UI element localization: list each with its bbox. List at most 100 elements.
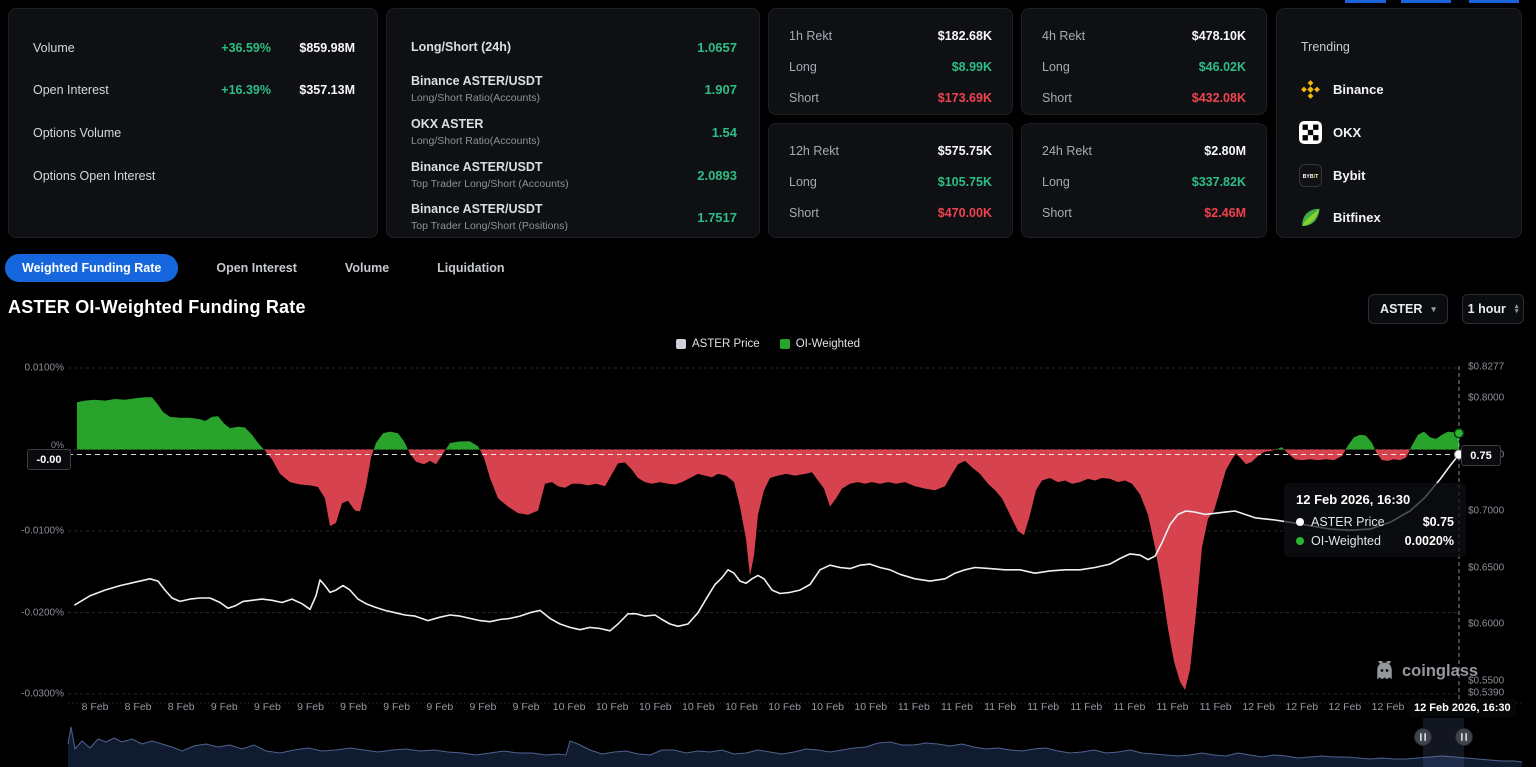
watermark-text: coinglass	[1402, 662, 1478, 681]
rekt-period-label: 1h Rekt	[789, 29, 938, 43]
trending-title: Trending	[1301, 40, 1350, 54]
x-axis-tick: 11 Feb	[1200, 701, 1232, 713]
trending-item-bitfinex[interactable]: Bitfinex	[1299, 205, 1381, 229]
rekt-short-label: Short	[789, 206, 938, 220]
x-axis-tick: 11 Feb	[984, 701, 1016, 713]
symbol-select[interactable]: ASTER ▾	[1368, 294, 1448, 324]
tooltip-series-value: $0.75	[1423, 515, 1454, 529]
tooltip-row: OI-Weighted0.0020%	[1296, 534, 1454, 548]
rekt-short-value: $173.69K	[938, 91, 992, 105]
trending-item-label: Bitfinex	[1333, 210, 1381, 225]
ratio-labels: Binance ASTER/USDT Top Trader Long/Short …	[411, 160, 569, 190]
navigator-area[interactable]	[68, 727, 1522, 767]
ratio-title: Binance ASTER/USDT	[411, 202, 568, 217]
rekt-long-value: $46.02K	[1199, 60, 1246, 74]
rekt-short-label: Short	[789, 91, 938, 105]
x-axis-tick: 10 Feb	[811, 701, 844, 713]
rekt-short-value: $470.00K	[938, 206, 992, 220]
x-axis-tick: 10 Feb	[682, 701, 715, 713]
ratio-row: Binance ASTER/USDT Long/Short Ratio(Accou…	[411, 68, 737, 110]
rekt-short-value: $2.46M	[1204, 206, 1246, 220]
ratio-subtitle: Top Trader Long/Short (Accounts)	[411, 178, 569, 190]
navigator-handle[interactable]	[1415, 729, 1432, 746]
rekt-card: 12h Rekt$575.75KLong$105.75KShort$470.00…	[768, 123, 1013, 238]
stat-label: Volume	[33, 41, 191, 55]
binance-icon	[1299, 78, 1322, 101]
legend-item-oi-weighted[interactable]: OI-Weighted	[780, 338, 860, 350]
navigator-handle[interactable]	[1456, 729, 1473, 746]
tooltip-series-label: ASTER Price	[1311, 515, 1385, 529]
x-axis-tick: 10 Feb	[639, 701, 672, 713]
legend-label: ASTER Price	[692, 338, 760, 350]
ratio-subtitle: Long/Short Ratio(Accounts)	[411, 92, 543, 104]
ratio-title: Binance ASTER/USDT	[411, 160, 569, 175]
rekt-total-value: $2.80M	[1204, 144, 1246, 158]
x-axis-tick: 11 Feb	[1070, 701, 1102, 713]
top-blue-button-fragment[interactable]	[1469, 0, 1519, 3]
rekt-total-value: $182.68K	[938, 29, 992, 43]
okx-icon	[1299, 121, 1322, 144]
rekt-period-label: 4h Rekt	[1042, 29, 1192, 43]
top-blue-button-fragment[interactable]	[1345, 0, 1386, 3]
x-axis-tick: 12 Feb	[1329, 701, 1362, 713]
legend-swatch	[676, 339, 686, 349]
right-axis-tick: $0.8000	[1468, 393, 1504, 404]
rekt-long-label: Long	[1042, 60, 1199, 74]
page-title: ASTER OI-Weighted Funding Rate	[8, 297, 306, 318]
ratio-value: 1.0657	[697, 40, 737, 55]
rekt-short-label: Short	[1042, 206, 1204, 220]
legend-item-aster-price[interactable]: ASTER Price	[676, 338, 760, 350]
chart-legend: ASTER Price OI-Weighted	[0, 338, 1536, 350]
top-blue-button-fragment[interactable]	[1401, 0, 1451, 3]
x-axis-tick: 12 Feb	[1242, 701, 1275, 713]
stat-label: Options Volume	[33, 126, 191, 140]
tooltip-date: 12 Feb 2026, 16:30	[1296, 492, 1454, 507]
navigator-line	[68, 727, 1522, 762]
ratio-labels: Binance ASTER/USDTTop Trader Long/Short …	[411, 202, 568, 232]
left-axis-tick: 0.0100%	[0, 363, 64, 374]
tab-open-interest[interactable]: Open Interest	[206, 254, 307, 282]
symbol-select-value: ASTER	[1380, 302, 1422, 316]
rekt-card: 1h Rekt$182.68KLong$8.99KShort$173.69K	[768, 8, 1013, 115]
stat-row: Open Interest+16.39%$357.13M	[33, 82, 355, 98]
trending-card: Trending Binance OKX BYBITBybit Bitfinex	[1276, 8, 1522, 238]
rekt-long-label: Long	[789, 175, 938, 189]
navigator-selection[interactable]	[1423, 718, 1464, 767]
rekt-card: 4h Rekt$478.10K Long$46.02K Short$432.08K	[1021, 8, 1267, 115]
ratio-row: Binance ASTER/USDTTop Trader Long/Short …	[411, 196, 737, 238]
tab-volume[interactable]: Volume	[335, 254, 399, 282]
x-axis-tick: 9 Feb	[426, 701, 453, 713]
rekt-short-row: Short$432.08K	[1042, 90, 1246, 106]
ratio-value: 1.907	[704, 82, 737, 97]
x-axis-tick: 11 Feb	[1157, 701, 1189, 713]
x-axis-tick: 8 Feb	[168, 701, 195, 713]
ratio-title: Binance ASTER/USDT	[411, 74, 543, 89]
tab-liquidation[interactable]: Liquidation	[427, 254, 514, 282]
ratio-value: 2.0893	[697, 168, 737, 183]
crosshair-right-label: 0.75	[1461, 445, 1501, 466]
trending-item-label: Bybit	[1333, 168, 1366, 183]
stat-change-value: +36.59%	[191, 41, 271, 55]
x-axis-tick: 9 Feb	[340, 701, 367, 713]
left-axis-tick: -0.0200%	[0, 607, 64, 618]
trending-item-okx[interactable]: OKX	[1299, 120, 1361, 144]
right-axis-tick: $0.7000	[1468, 506, 1504, 517]
rekt-header-row: 1h Rekt$182.68K	[789, 28, 992, 44]
price-line	[75, 455, 1459, 631]
tab-weighted-funding-rate[interactable]: Weighted Funding Rate	[5, 254, 178, 282]
rekt-header-row: 4h Rekt$478.10K	[1042, 28, 1246, 44]
interval-select[interactable]: 1 hour ▴▾	[1462, 294, 1524, 324]
x-axis-tick: 12 Feb	[1285, 701, 1318, 713]
x-axis-tick: 10 Feb	[768, 701, 801, 713]
rekt-short-row: Short$2.46M	[1042, 205, 1246, 221]
rekt-long-row: Long$105.75K	[789, 174, 992, 190]
stat-row: Options Open Interest	[33, 168, 355, 184]
trending-item-binance[interactable]: Binance	[1299, 77, 1384, 101]
x-axis-tick: 9 Feb	[211, 701, 238, 713]
trending-item-bybit[interactable]: BYBITBybit	[1299, 163, 1366, 187]
x-axis-tick: 9 Feb	[254, 701, 281, 713]
ratio-labels: OKX ASTERLong/Short Ratio(Accounts)	[411, 117, 540, 147]
chevron-down-icon: ▾	[1431, 305, 1436, 314]
ratio-title: Long/Short (24h)	[411, 40, 511, 55]
rekt-long-value: $105.75K	[938, 175, 992, 189]
